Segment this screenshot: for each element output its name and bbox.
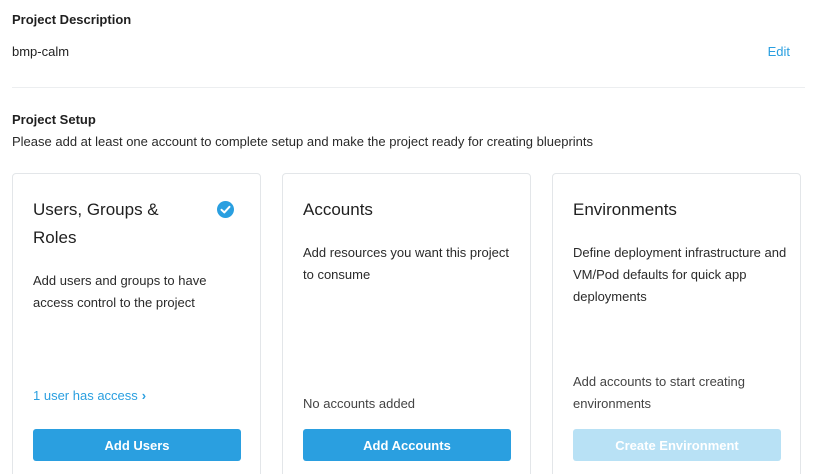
- project-description-value: bmp-calm: [12, 44, 70, 59]
- check-circle-icon: [217, 201, 234, 218]
- edit-description-link[interactable]: Edit: [768, 44, 790, 59]
- users-groups-roles-card: Users, Groups & Roles Add users and grou…: [12, 173, 261, 474]
- project-setup-subtitle: Please add at least one account to compl…: [12, 134, 594, 149]
- environments-status-text: Add accounts to start creating environme…: [573, 374, 745, 411]
- accounts-card-description: Add resources you want this project to c…: [303, 245, 509, 282]
- accounts-card: Accounts Add resources you want this pro…: [282, 173, 531, 474]
- add-users-button[interactable]: Add Users: [33, 429, 241, 461]
- environments-card: Environments Define deployment infrastru…: [552, 173, 801, 474]
- create-environment-button[interactable]: Create Environment: [573, 429, 781, 461]
- project-setup-heading: Project Setup: [12, 112, 96, 127]
- users-card-title: Users, Groups & Roles: [33, 200, 159, 247]
- add-accounts-button[interactable]: Add Accounts: [303, 429, 511, 461]
- accounts-status-text: No accounts added: [303, 396, 416, 411]
- user-access-link-label: 1 user has access: [33, 388, 138, 403]
- users-card-description: Add users and groups to have access cont…: [33, 273, 207, 310]
- chevron-right-icon: ›: [141, 388, 147, 403]
- accounts-card-title: Accounts: [303, 200, 373, 219]
- project-overview-page: Project Description bmp-calm Edit Projec…: [0, 0, 817, 474]
- environments-card-description: Define deployment infrastructure and VM/…: [573, 245, 787, 304]
- environments-card-title: Environments: [573, 200, 677, 219]
- project-description-heading: Project Description: [12, 12, 132, 27]
- divider: [12, 87, 805, 88]
- user-access-link[interactable]: 1 user has access ›: [33, 388, 146, 403]
